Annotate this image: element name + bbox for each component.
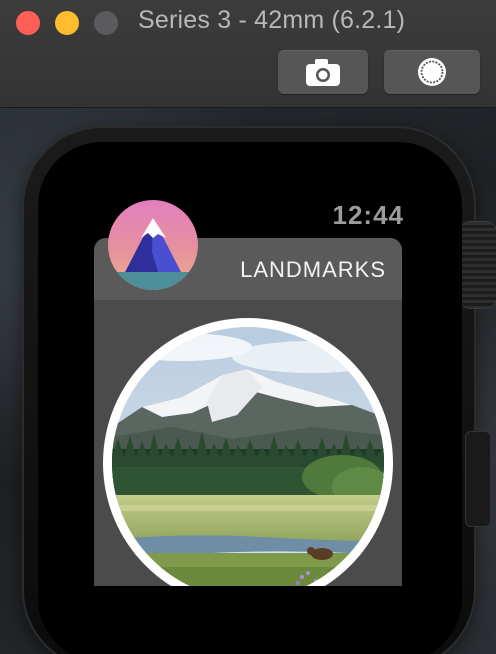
simulator-title-bar: Series 3 - 42mm (6.2.1) bbox=[0, 0, 496, 108]
home-button-icon bbox=[418, 58, 446, 86]
desktop-background: Series 3 - 42mm (6.2.1) 12:44 LANDMARKS bbox=[0, 0, 496, 654]
watch-clock: 12:44 bbox=[332, 200, 404, 230]
landmark-photo[interactable] bbox=[112, 327, 384, 599]
window-title: Series 3 - 42mm (6.2.1) bbox=[138, 6, 406, 34]
camera-icon bbox=[306, 59, 340, 86]
app-title: LANDMARKS bbox=[240, 257, 386, 282]
minimize-window-button[interactable] bbox=[55, 11, 79, 35]
side-button[interactable] bbox=[466, 432, 490, 526]
home-button[interactable] bbox=[384, 50, 480, 94]
digital-crown[interactable] bbox=[460, 222, 496, 308]
screenshot-button[interactable] bbox=[278, 50, 368, 94]
close-window-button[interactable] bbox=[16, 11, 40, 35]
zoom-window-button[interactable] bbox=[94, 11, 118, 35]
screen-bottom-edge bbox=[38, 586, 462, 654]
landmarks-app-icon[interactable] bbox=[108, 200, 198, 290]
